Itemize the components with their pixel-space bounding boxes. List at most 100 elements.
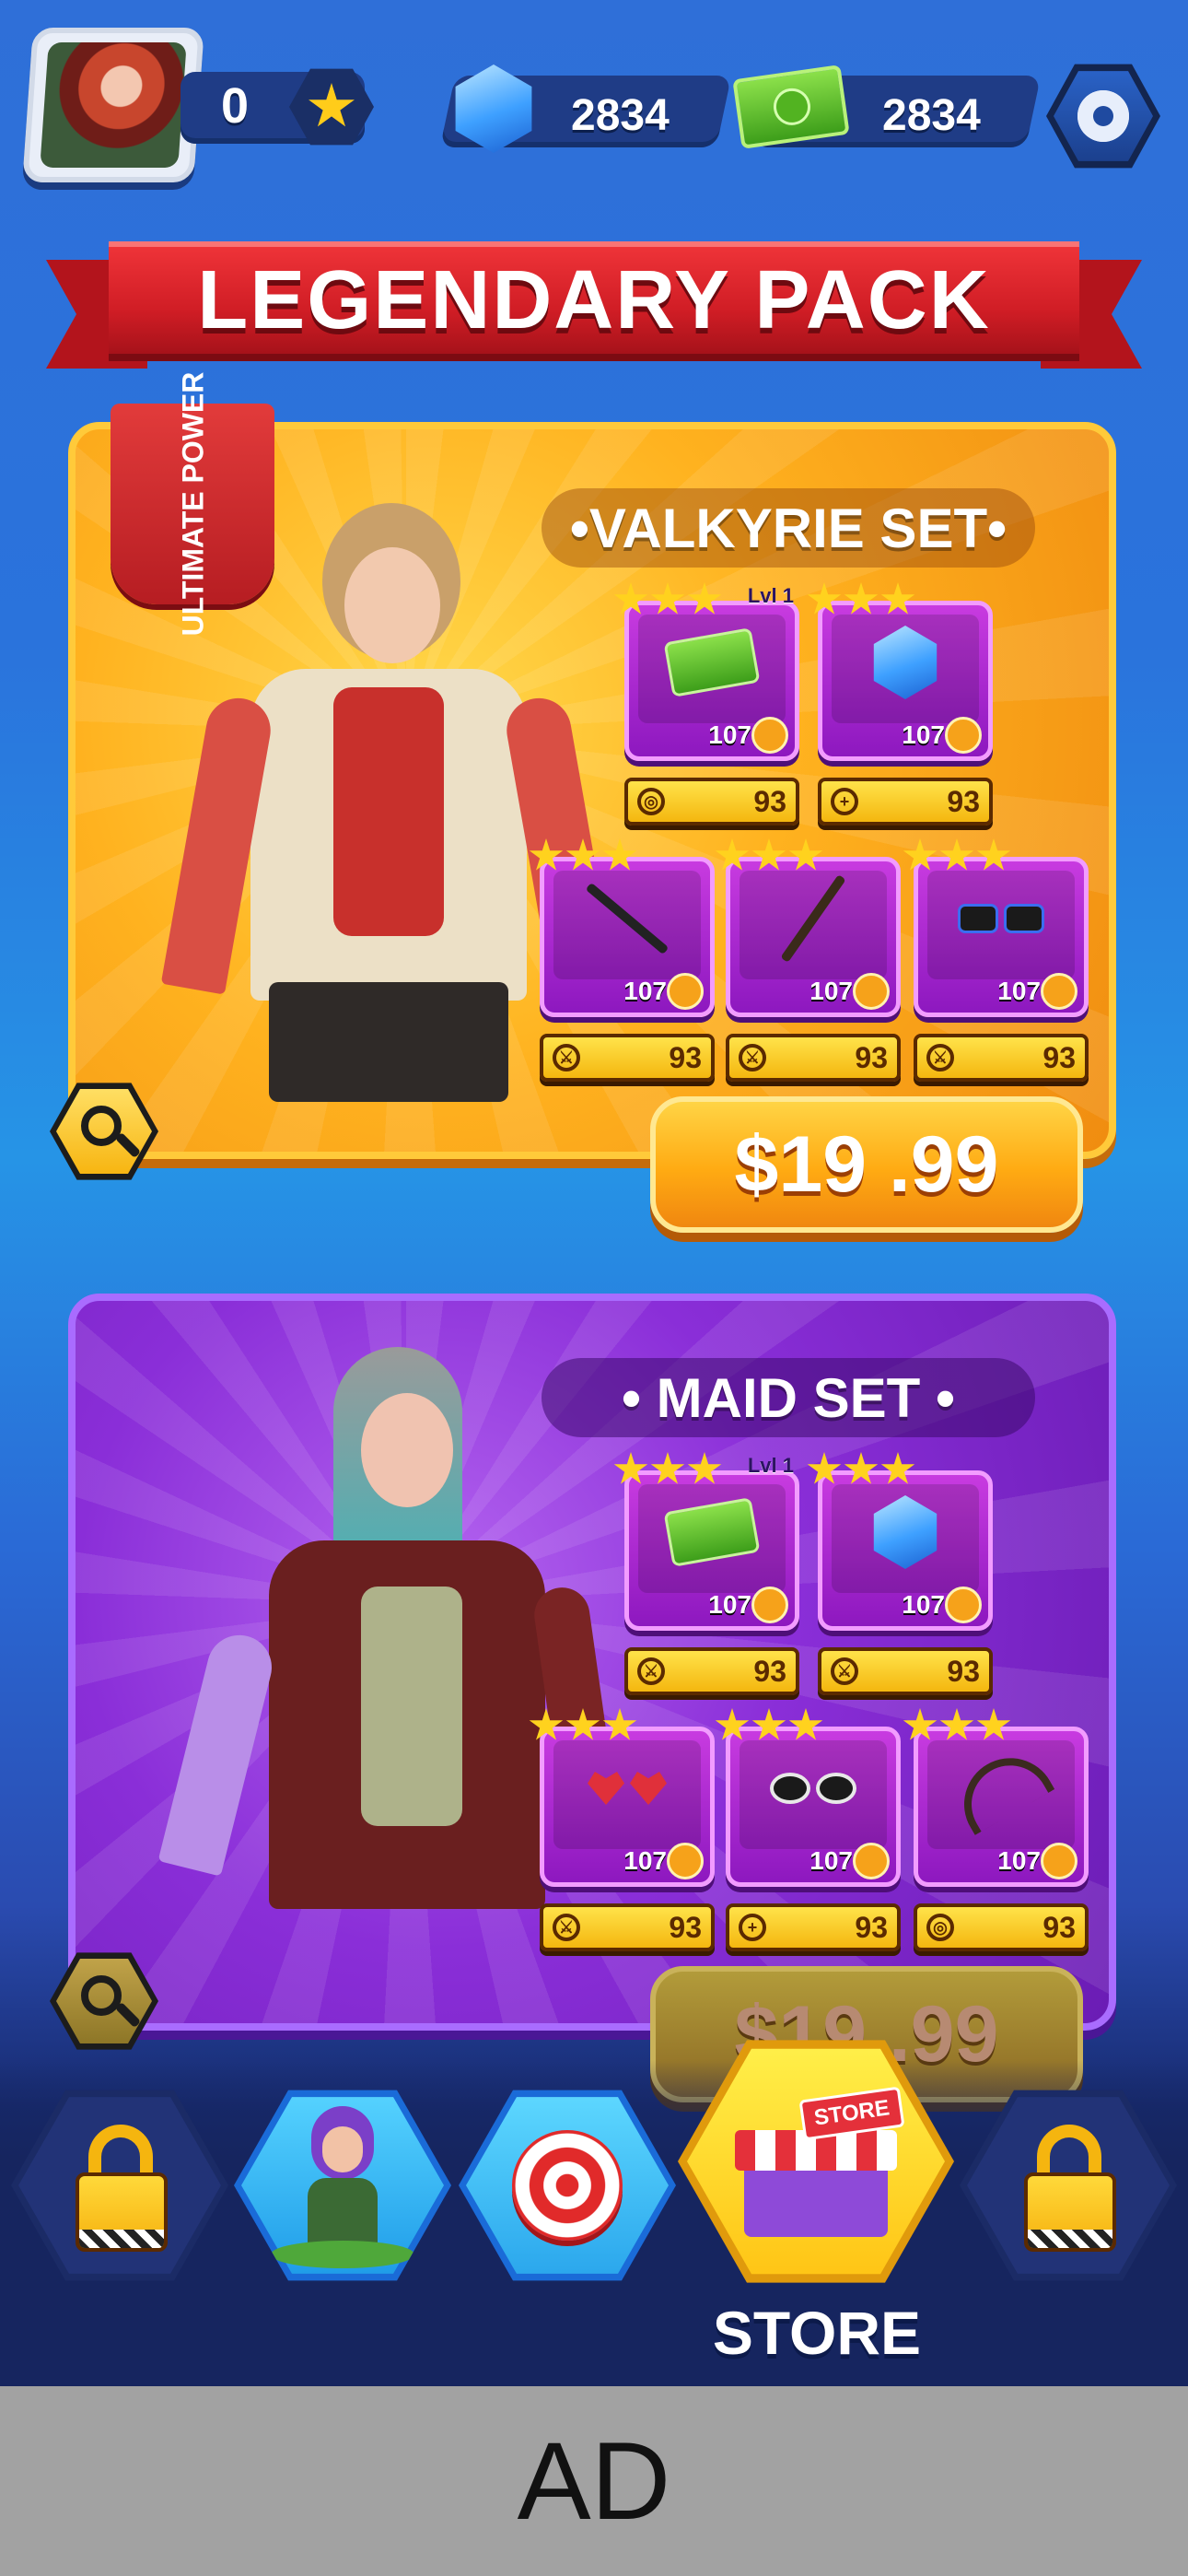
- item-stars: [613, 1452, 722, 1487]
- item-stat-value: 93: [753, 784, 786, 818]
- fist-icon: [1041, 1843, 1077, 1879]
- star-icon: [650, 1452, 685, 1484]
- star-icon: [613, 582, 648, 615]
- lock-icon: [1024, 2172, 1116, 2252]
- set-name: •VALKYRIE SET•: [569, 497, 1007, 559]
- item-stars: [715, 838, 823, 873]
- item-stat-value: 93: [855, 1910, 888, 1944]
- star-icon: [903, 838, 938, 871]
- item-stat-value: 93: [855, 1040, 888, 1074]
- item-card[interactable]: 107 +93: [807, 582, 993, 825]
- item-count: 107: [708, 1590, 751, 1619]
- fist-icon: [751, 717, 788, 754]
- lock-stripes: [79, 2230, 164, 2248]
- ultimate-power-label: ULTIMATE POWER: [176, 371, 209, 637]
- item-count: 107: [902, 1590, 945, 1619]
- star-icon: [751, 838, 786, 871]
- item-card[interactable]: 107 ⚔ 93: [807, 1452, 993, 1695]
- star-icon: [807, 1452, 842, 1484]
- fist-icon: [1041, 973, 1077, 1010]
- hero-face: [344, 547, 440, 663]
- star-icon: [529, 1708, 564, 1740]
- star-icon: [844, 1452, 879, 1484]
- cash-value: 2834: [882, 91, 981, 140]
- item-stat-bar: ⚔ 93: [540, 1034, 715, 1082]
- target-icon: [512, 2130, 623, 2241]
- item-stat-bar: ⚔ 93: [914, 1034, 1089, 1082]
- cash-stack-icon: [661, 1491, 763, 1574]
- legendary-pack-banner: LEGENDARY PACK: [109, 241, 1079, 361]
- cash-icon: [732, 64, 850, 149]
- target-icon: ◎: [926, 1914, 954, 1941]
- item-card[interactable]: Lvl 1 107 ◎ 93: [613, 582, 799, 825]
- fist-icon: [853, 973, 890, 1010]
- fist-icon: [667, 973, 704, 1010]
- item-card[interactable]: Lvl 1 107 ⚔ 93: [613, 1452, 799, 1695]
- hero-shorts: [269, 982, 508, 1102]
- star-icon: [788, 1708, 823, 1740]
- store-sign-text: STORE: [812, 2095, 891, 2131]
- item-count: 107: [708, 720, 751, 749]
- item-stars: [903, 1708, 1011, 1743]
- swords-icon: ⚔: [553, 1914, 580, 1941]
- item-card[interactable]: 107 ◎ 93: [903, 1708, 1089, 1951]
- star-icon: [844, 582, 879, 615]
- star-icon: [807, 582, 842, 615]
- item-card[interactable]: 107 ⚔ 93: [529, 1708, 715, 1951]
- archer-face: [322, 2126, 363, 2172]
- star-icon: [309, 83, 355, 127]
- swords-icon: ⚔: [637, 1657, 665, 1685]
- lock-stripes: [1028, 2230, 1112, 2248]
- banner-title: LEGENDARY PACK: [197, 253, 991, 346]
- item-stat-bar: ⚔ 93: [818, 1647, 993, 1695]
- item-stat-value: 93: [669, 1910, 702, 1944]
- item-card[interactable]: 107 ⚔ 93: [903, 838, 1089, 1082]
- hero-top: [333, 687, 444, 936]
- item-stat-value: 93: [1042, 1910, 1076, 1944]
- item-count: 107: [623, 977, 667, 1005]
- star-icon: [880, 582, 915, 615]
- item-stars: [715, 1708, 823, 1743]
- gear-icon: [1077, 90, 1129, 142]
- spear-icon: [763, 874, 864, 963]
- cash-icon-symbol: [771, 86, 813, 128]
- fist-icon: [751, 1587, 788, 1623]
- item-card[interactable]: 107 ⚔ 93: [529, 838, 715, 1082]
- fist-icon: [667, 1843, 704, 1879]
- maid-hero-art: [131, 1329, 610, 2023]
- star-icon: [650, 582, 685, 615]
- star-icon: [529, 838, 564, 871]
- set-name: • MAID SET •: [621, 1366, 956, 1429]
- buy-valkyrie-button[interactable]: $19 .99: [650, 1096, 1083, 1233]
- gem-icon: [855, 621, 956, 704]
- item-card[interactable]: 107 +93: [715, 1708, 901, 1951]
- item-count: 107: [809, 977, 853, 1005]
- star-count: 0: [221, 78, 250, 134]
- item-count: 107: [623, 1846, 667, 1875]
- ultimate-power-flag: ULTIMATE POWER: [111, 372, 274, 636]
- star-icon: [565, 1708, 600, 1740]
- lock-icon: [76, 2172, 168, 2252]
- item-level: Lvl 1: [747, 584, 794, 607]
- grass-base: [271, 2241, 414, 2268]
- hero-face: [361, 1393, 453, 1507]
- item-stat-value: 93: [753, 1654, 786, 1688]
- star-icon: [613, 1452, 648, 1484]
- item-count: 107: [809, 1846, 853, 1875]
- goggles-icon: [763, 1747, 864, 1830]
- item-stars: [529, 1708, 637, 1743]
- player-avatar[interactable]: [22, 28, 204, 182]
- star-icon: [602, 1708, 637, 1740]
- ad-banner[interactable]: AD: [0, 2386, 1188, 2576]
- spear-icon: [577, 877, 678, 960]
- settings-button[interactable]: [1046, 64, 1160, 169]
- item-stat-bar: ⚔ 93: [624, 1647, 799, 1695]
- fist-icon: [945, 1587, 982, 1623]
- gems-value: 2834: [571, 91, 670, 140]
- ad-label: AD: [517, 2419, 671, 2543]
- item-card[interactable]: 107 ⚔ 93: [715, 838, 901, 1082]
- swords-icon: ⚔: [553, 1044, 580, 1071]
- swords-icon: ⚔: [739, 1044, 766, 1071]
- star-icon: [939, 1708, 974, 1740]
- item-stat-value: 93: [669, 1040, 702, 1074]
